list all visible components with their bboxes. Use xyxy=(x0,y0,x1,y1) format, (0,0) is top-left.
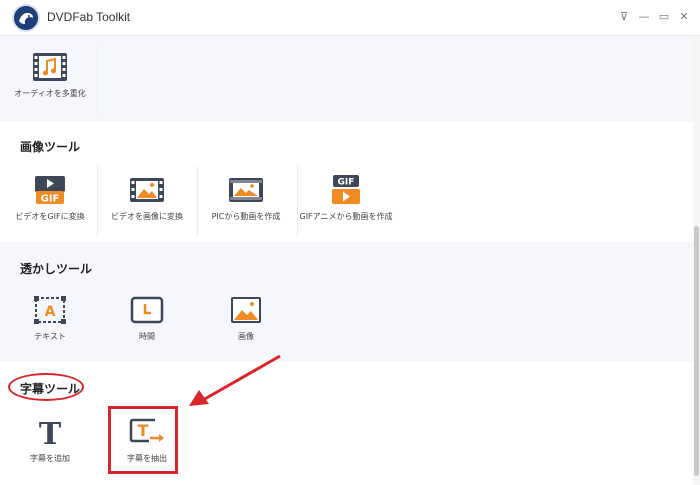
clock-icon xyxy=(130,296,164,324)
minimize-icon[interactable]: — xyxy=(636,9,652,25)
text-watermark-icon: A xyxy=(34,296,66,324)
video-to-gif-icon: GIF xyxy=(35,176,65,205)
annotation-box xyxy=(108,406,178,474)
annotation-ellipse xyxy=(8,373,84,401)
dvdfab-logo-icon xyxy=(12,4,40,32)
audio-tools-section: オーディオを多重化 xyxy=(0,36,693,122)
svg-text:T: T xyxy=(39,417,62,447)
add-subtitle-icon: T xyxy=(39,417,62,447)
tool-label: 画像 xyxy=(238,332,254,341)
app-title: DVDFab Toolkit xyxy=(47,10,131,24)
image-tools-section: 画像ツール GIF ビデオをGIFに変換 ビデオを画像に変換 PICから動画を作… xyxy=(0,122,693,242)
tool-add-subtitle[interactable]: T 字幕を追加 xyxy=(0,417,100,485)
window-controls: ⊽ — ▭ ✕ xyxy=(616,9,692,27)
tool-label: PICから動画を作成 xyxy=(211,212,281,221)
tool-label: ビデオをGIFに変換 xyxy=(15,212,85,221)
tool-label: 字幕を追加 xyxy=(30,454,70,463)
maximize-icon[interactable]: ▭ xyxy=(656,9,672,25)
pic-to-video-icon xyxy=(229,178,263,202)
svg-text:GIF: GIF xyxy=(338,178,355,188)
tool-label: オーディオを多重化 xyxy=(14,89,86,98)
tool-label: ビデオを画像に変換 xyxy=(111,212,183,221)
svg-text:A: A xyxy=(45,304,56,320)
scrollbar[interactable] xyxy=(693,36,700,485)
scrollbar-thumb[interactable] xyxy=(694,226,699,476)
music-film-icon xyxy=(33,53,67,81)
image-icon xyxy=(231,297,261,323)
tool-audio-mux[interactable]: オーディオを多重化 xyxy=(0,52,100,132)
subtitle-tools-section: 字幕ツール T 字幕を追加 T 字幕を抽出 xyxy=(0,362,693,485)
pin-icon[interactable]: ⊽ xyxy=(616,9,632,25)
annotation-arrow-icon xyxy=(189,354,281,406)
close-icon[interactable]: ✕ xyxy=(676,9,692,25)
video-to-image-icon xyxy=(130,178,164,202)
main-content: オーディオを多重化 画像ツール GIF ビデオをGIFに変換 ビデオを画像に変換… xyxy=(0,36,693,485)
gif-to-video-icon: GIF xyxy=(332,175,360,204)
title-bar: DVDFab Toolkit ⊽ — ▭ ✕ xyxy=(0,0,700,36)
tool-label: 時間 xyxy=(139,332,155,341)
watermark-tools-section: 透かしツール A テキスト 時間 画像 xyxy=(0,242,693,362)
svg-text:GIF: GIF xyxy=(41,194,60,205)
tool-label: GIFアニメから動画を作成 xyxy=(299,212,393,221)
divider xyxy=(97,46,98,114)
section-title-image: 画像ツール xyxy=(20,140,81,154)
section-title-watermark: 透かしツール xyxy=(20,262,93,276)
tool-label: テキスト xyxy=(34,332,66,341)
